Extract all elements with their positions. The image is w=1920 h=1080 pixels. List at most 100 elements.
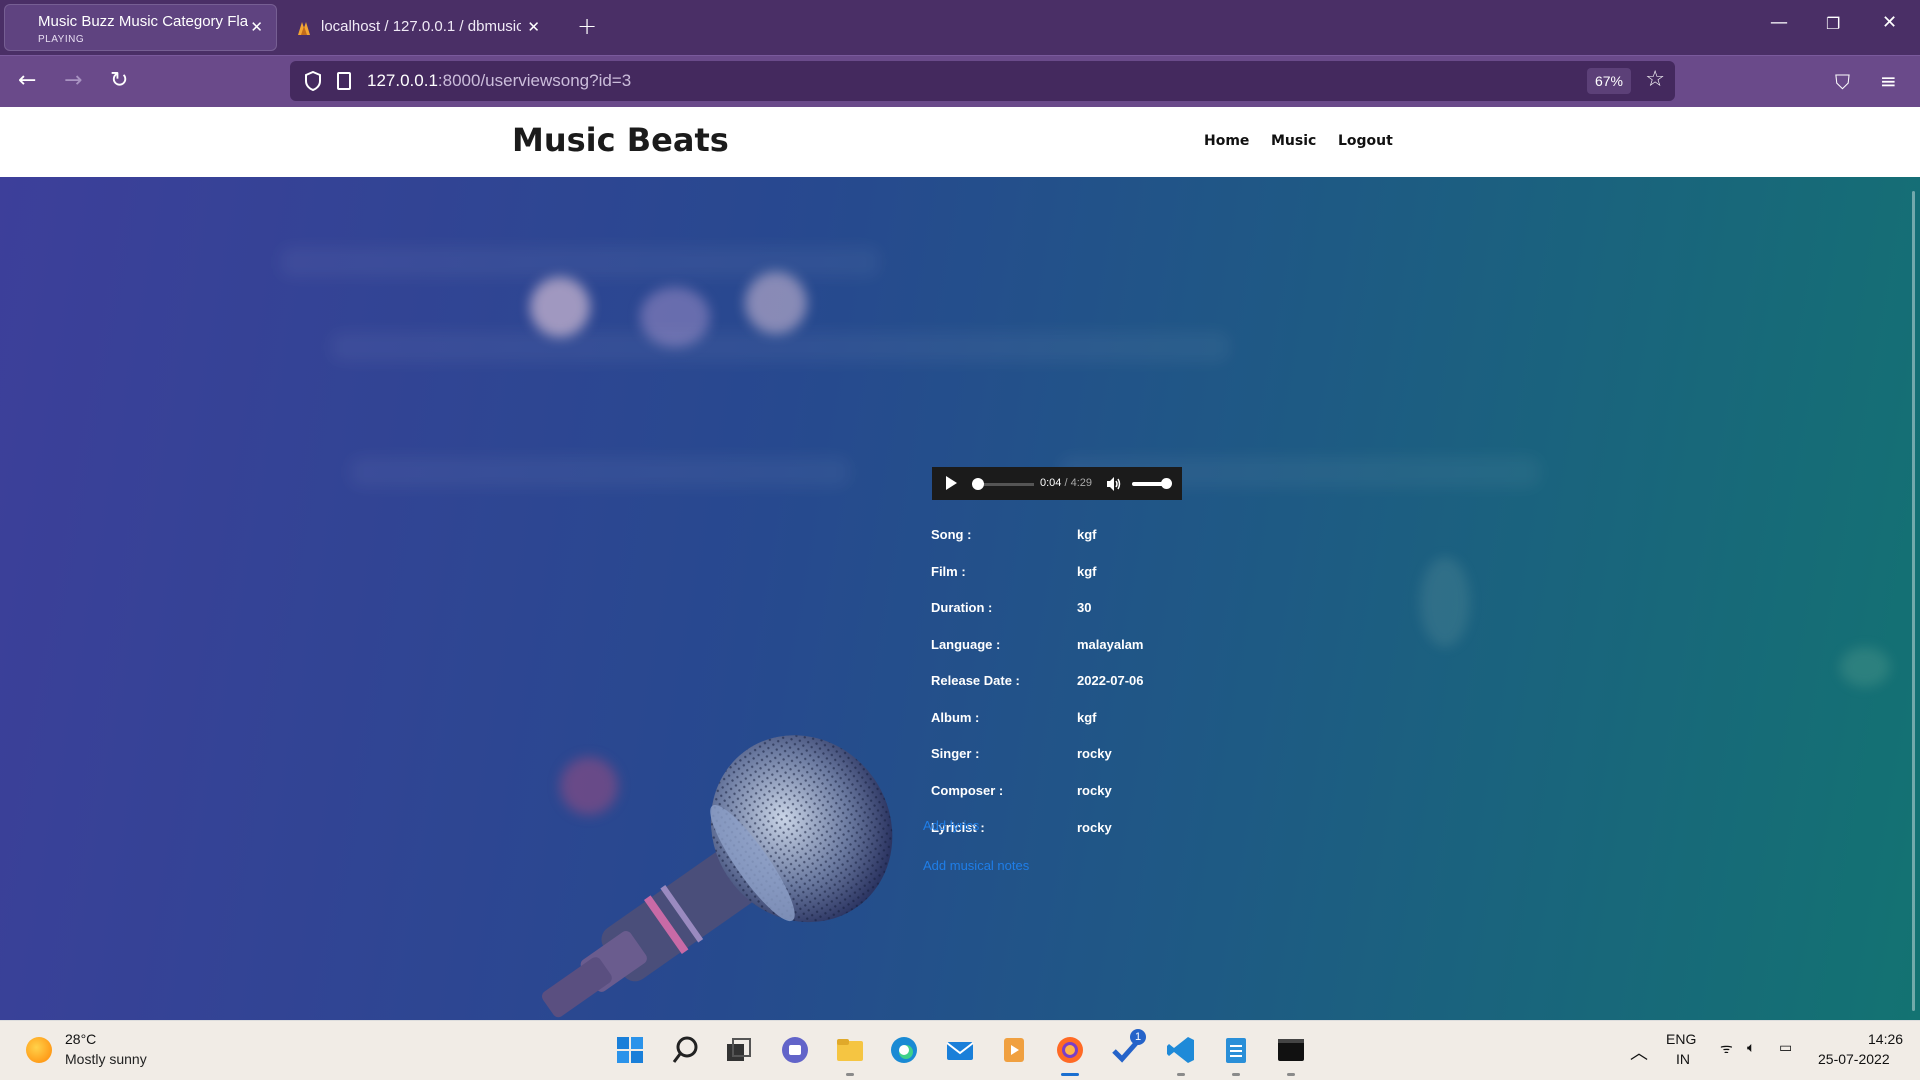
detail-value: rocky (1077, 746, 1112, 761)
mail-icon[interactable] (945, 1035, 975, 1065)
volume-icon[interactable] (1106, 476, 1122, 492)
notepad-icon[interactable] (1221, 1035, 1251, 1065)
browser-tab-strip: Music Buzz Music Category Flat PLAYING ✕… (0, 0, 1920, 55)
terminal-icon[interactable] (1276, 1035, 1306, 1065)
detail-row-singer: Singer : rocky (931, 746, 1231, 766)
firefox-icon[interactable] (1055, 1035, 1085, 1065)
play-button[interactable] (946, 476, 957, 490)
close-window-icon[interactable]: ✕ (1882, 12, 1897, 33)
detail-value: malayalam (1077, 637, 1144, 652)
address-bar[interactable]: 127.0.0.1:8000/userviewsong?id=3 67% ☆ (290, 61, 1675, 101)
language-region[interactable]: IN (1676, 1051, 1690, 1067)
detail-row-song: Song : kgf (931, 527, 1231, 547)
search-icon[interactable] (671, 1035, 701, 1065)
edge-icon[interactable] (889, 1035, 919, 1065)
page-scrollbar[interactable] (1912, 191, 1915, 1011)
shield-icon[interactable] (304, 71, 322, 91)
reload-icon[interactable]: ↻ (110, 68, 128, 93)
current-time: 0:04 (1040, 477, 1062, 489)
active-app-indicator (1061, 1073, 1079, 1076)
running-indicator (1287, 1073, 1295, 1076)
detail-value: rocky (1077, 783, 1112, 798)
site-brand[interactable]: Music Beats (512, 121, 729, 159)
time-separator: / (1061, 477, 1071, 489)
tab-close-icon[interactable]: ✕ (527, 18, 540, 36)
weather-sun-icon[interactable] (26, 1037, 52, 1063)
clock-date[interactable]: 25-07-2022 (1818, 1051, 1890, 1067)
detail-value: rocky (1077, 820, 1112, 835)
volume-knob[interactable] (1161, 478, 1172, 489)
detail-label: Singer : (931, 746, 980, 761)
detail-value: kgf (1077, 527, 1097, 542)
site-header: Music Beats Home Music Logout (0, 107, 1920, 177)
new-tab-button[interactable]: + (577, 12, 597, 40)
weather-description[interactable]: Mostly sunny (65, 1051, 147, 1067)
tab-music-buzz[interactable]: Music Buzz Music Category Flat PLAYING ✕ (4, 4, 277, 51)
detail-value: kgf (1077, 564, 1097, 579)
vscode-icon[interactable] (1166, 1035, 1196, 1065)
language-code[interactable]: ENG (1666, 1031, 1696, 1047)
time-display: 0:04 / 4:29 (1040, 477, 1092, 489)
nav-logout-link[interactable]: Logout (1338, 133, 1393, 149)
tab-close-icon[interactable]: ✕ (250, 18, 263, 36)
windows-taskbar: 28°C Mostly sunny 1 ︿ ENG IN ᯤ 🔈︎ ▭ 14:2… (0, 1020, 1920, 1080)
tab-phpmyadmin[interactable]: localhost / 127.0.0.1 / dbmusicb ✕ (284, 4, 554, 51)
url-text[interactable]: 127.0.0.1:8000/userviewsong?id=3 (367, 71, 631, 91)
background-streak (280, 247, 880, 277)
detail-label: Language : (931, 637, 1001, 652)
url-path: :8000/userviewsong?id=3 (437, 71, 632, 90)
back-arrow-icon[interactable]: ← (18, 68, 36, 93)
detail-row-composer: Composer : rocky (931, 783, 1231, 803)
tab-title: localhost / 127.0.0.1 / dbmusicb (321, 18, 521, 35)
chevron-up-icon[interactable]: ︿ (1630, 1039, 1648, 1065)
phpmyadmin-icon (298, 22, 310, 35)
detail-value: 2022-07-06 (1077, 673, 1144, 688)
minimize-icon[interactable]: — (1770, 12, 1788, 33)
wifi-icon[interactable]: ᯤ (1720, 1039, 1733, 1058)
bookmark-star-icon[interactable]: ☆ (1645, 67, 1665, 92)
detail-row-film: Film : kgf (931, 564, 1231, 584)
detail-label: Duration : (931, 600, 993, 615)
notification-badge: 1 (1130, 1029, 1146, 1045)
add-musical-notes-link[interactable]: Add musical notes (923, 858, 1029, 873)
detail-row-language: Language : malayalam (931, 637, 1231, 657)
bokeh-light (1420, 557, 1470, 647)
browser-nav-bar: ← → ↻ 127.0.0.1:8000/userviewsong?id=3 6… (0, 55, 1920, 107)
bokeh-light (745, 272, 807, 334)
media-player-icon[interactable] (999, 1035, 1029, 1065)
background-streak (350, 457, 850, 487)
detail-row-album: Album : kgf (931, 710, 1231, 730)
seek-knob[interactable] (972, 478, 984, 490)
tab-title: Music Buzz Music Category Flat (38, 13, 248, 30)
bokeh-light (1840, 647, 1890, 687)
zoom-level-button[interactable]: 67% (1586, 68, 1631, 94)
bokeh-light (530, 277, 590, 337)
hero-background: 0:04 / 4:29 Song : kgf Film : kgf Durati… (0, 177, 1920, 1020)
detail-row-release-date: Release Date : 2022-07-06 (931, 673, 1231, 693)
nav-music-link[interactable]: Music (1271, 133, 1316, 149)
total-time: 4:29 (1070, 477, 1093, 489)
pocket-icon[interactable]: ⛉ (1835, 70, 1850, 94)
running-indicator (1177, 1073, 1185, 1076)
detail-label: Release Date : (931, 673, 1020, 688)
detail-row-duration: Duration : 30 (931, 600, 1231, 620)
speaker-icon[interactable]: 🔈︎ (1747, 1039, 1755, 1056)
microphone-image (541, 735, 893, 1018)
page-icon[interactable] (337, 72, 351, 90)
nav-home-link[interactable]: Home (1204, 133, 1249, 149)
detail-label: Composer : (931, 783, 1004, 798)
hamburger-menu-icon[interactable]: ≡ (1880, 69, 1897, 93)
file-explorer-icon[interactable] (835, 1035, 865, 1065)
forward-arrow-icon[interactable]: → (64, 68, 82, 93)
restore-icon[interactable]: ❐ (1826, 14, 1840, 33)
add-lyrics-link[interactable]: Add lyrics (923, 818, 979, 833)
teams-chat-icon[interactable] (780, 1035, 810, 1065)
clock-time[interactable]: 14:26 (1868, 1031, 1903, 1047)
task-view-icon[interactable] (724, 1035, 754, 1065)
windows-start-icon[interactable] (615, 1035, 645, 1065)
battery-icon[interactable]: ▭ (1779, 1039, 1792, 1056)
running-indicator (846, 1073, 854, 1076)
url-host: 127.0.0.1 (367, 71, 438, 90)
detail-value: kgf (1077, 710, 1097, 725)
weather-temperature[interactable]: 28°C (65, 1031, 96, 1047)
